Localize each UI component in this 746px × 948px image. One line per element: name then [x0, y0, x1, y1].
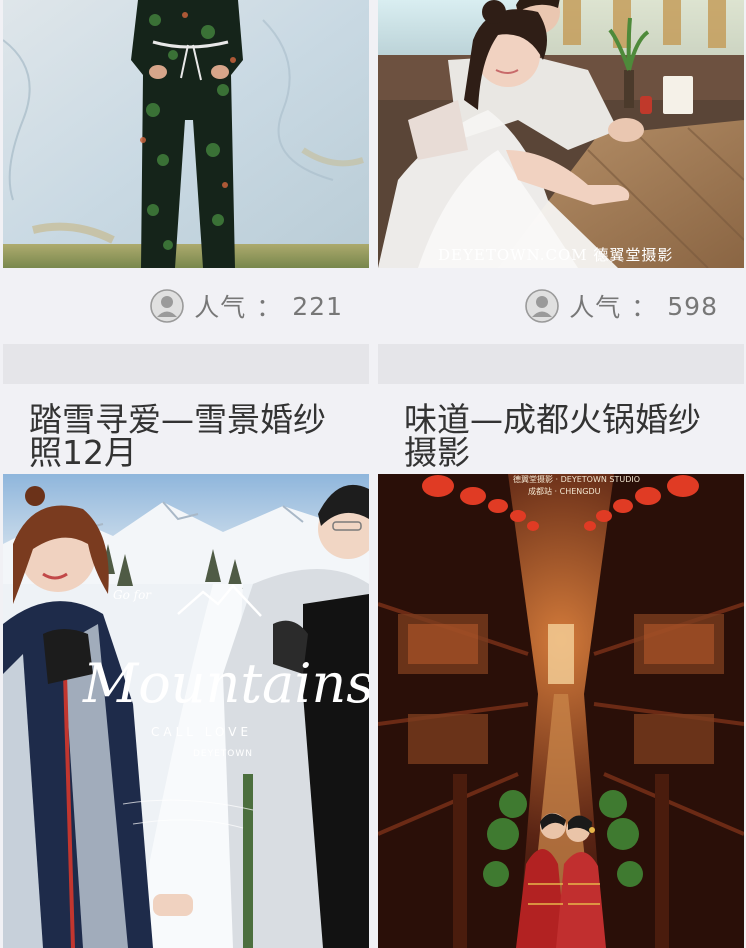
floral-outfit-image [3, 0, 369, 268]
card-title[interactable]: 踏雪寻爱—雪景婚纱照12月 [29, 403, 349, 469]
gallery-column-left: 人气 ： 221 踏雪寻爱—雪景婚纱照12月 Go for Mountains … [3, 0, 369, 948]
gallery-page: 人气 ： 221 踏雪寻爱—雪景婚纱照12月 Go for Mountains … [0, 0, 746, 948]
card-divider [378, 344, 744, 384]
card-photo-floral-outfit[interactable] [3, 0, 369, 268]
popularity-row: 人气 ： 598 [525, 286, 718, 326]
cafe-couple-image: DEYETOWN.COM 德翼堂摄影 [378, 0, 744, 268]
snow-couple-image: Go for Mountains CALL LOVE DEYETOWN [3, 474, 369, 948]
gallery-column-right: DEYETOWN.COM 德翼堂摄影 人气 ： 598 味道—成都火锅婚纱摄影 [378, 0, 744, 948]
card-photo-snow-couple[interactable]: Go for Mountains CALL LOVE DEYETOWN [3, 474, 369, 948]
popularity-label: 人气 [569, 293, 622, 322]
popularity-value: 598 [667, 291, 718, 321]
avatar-icon [150, 289, 185, 323]
popularity-label: 人气 [194, 293, 247, 322]
popularity-row: 人气 ： 221 [150, 286, 343, 326]
card-title[interactable]: 味道—成都火锅婚纱摄影 [404, 403, 724, 469]
avatar-icon [525, 289, 560, 323]
popularity-value: 221 [292, 291, 343, 321]
popularity-separator: ： [631, 293, 658, 322]
card-photo-teahouse-couple[interactable]: 德翼堂摄影 · DEYETOWN STUDIO 成都站 · CHENGDU [378, 474, 744, 948]
header-line-2: 成都站 · CHENGDU [528, 486, 601, 496]
card-divider [3, 344, 369, 384]
svg-text:Go for: Go for [113, 588, 152, 602]
overlay-call-love-text: CALL LOVE [151, 725, 252, 739]
card-photo-cafe-couple[interactable]: DEYETOWN.COM 德翼堂摄影 [378, 0, 744, 268]
popularity-separator: ： [256, 293, 283, 322]
teahouse-couple-image: 德翼堂摄影 · DEYETOWN STUDIO 成都站 · CHENGDU [378, 474, 744, 948]
photo-watermark: DEYETOWN.COM 德翼堂摄影 [438, 246, 673, 264]
header-line-1: 德翼堂摄影 · DEYETOWN STUDIO [513, 474, 640, 484]
overlay-deyetown-text: DEYETOWN [193, 749, 253, 759]
overlay-mountains-text: Mountains [82, 652, 369, 715]
